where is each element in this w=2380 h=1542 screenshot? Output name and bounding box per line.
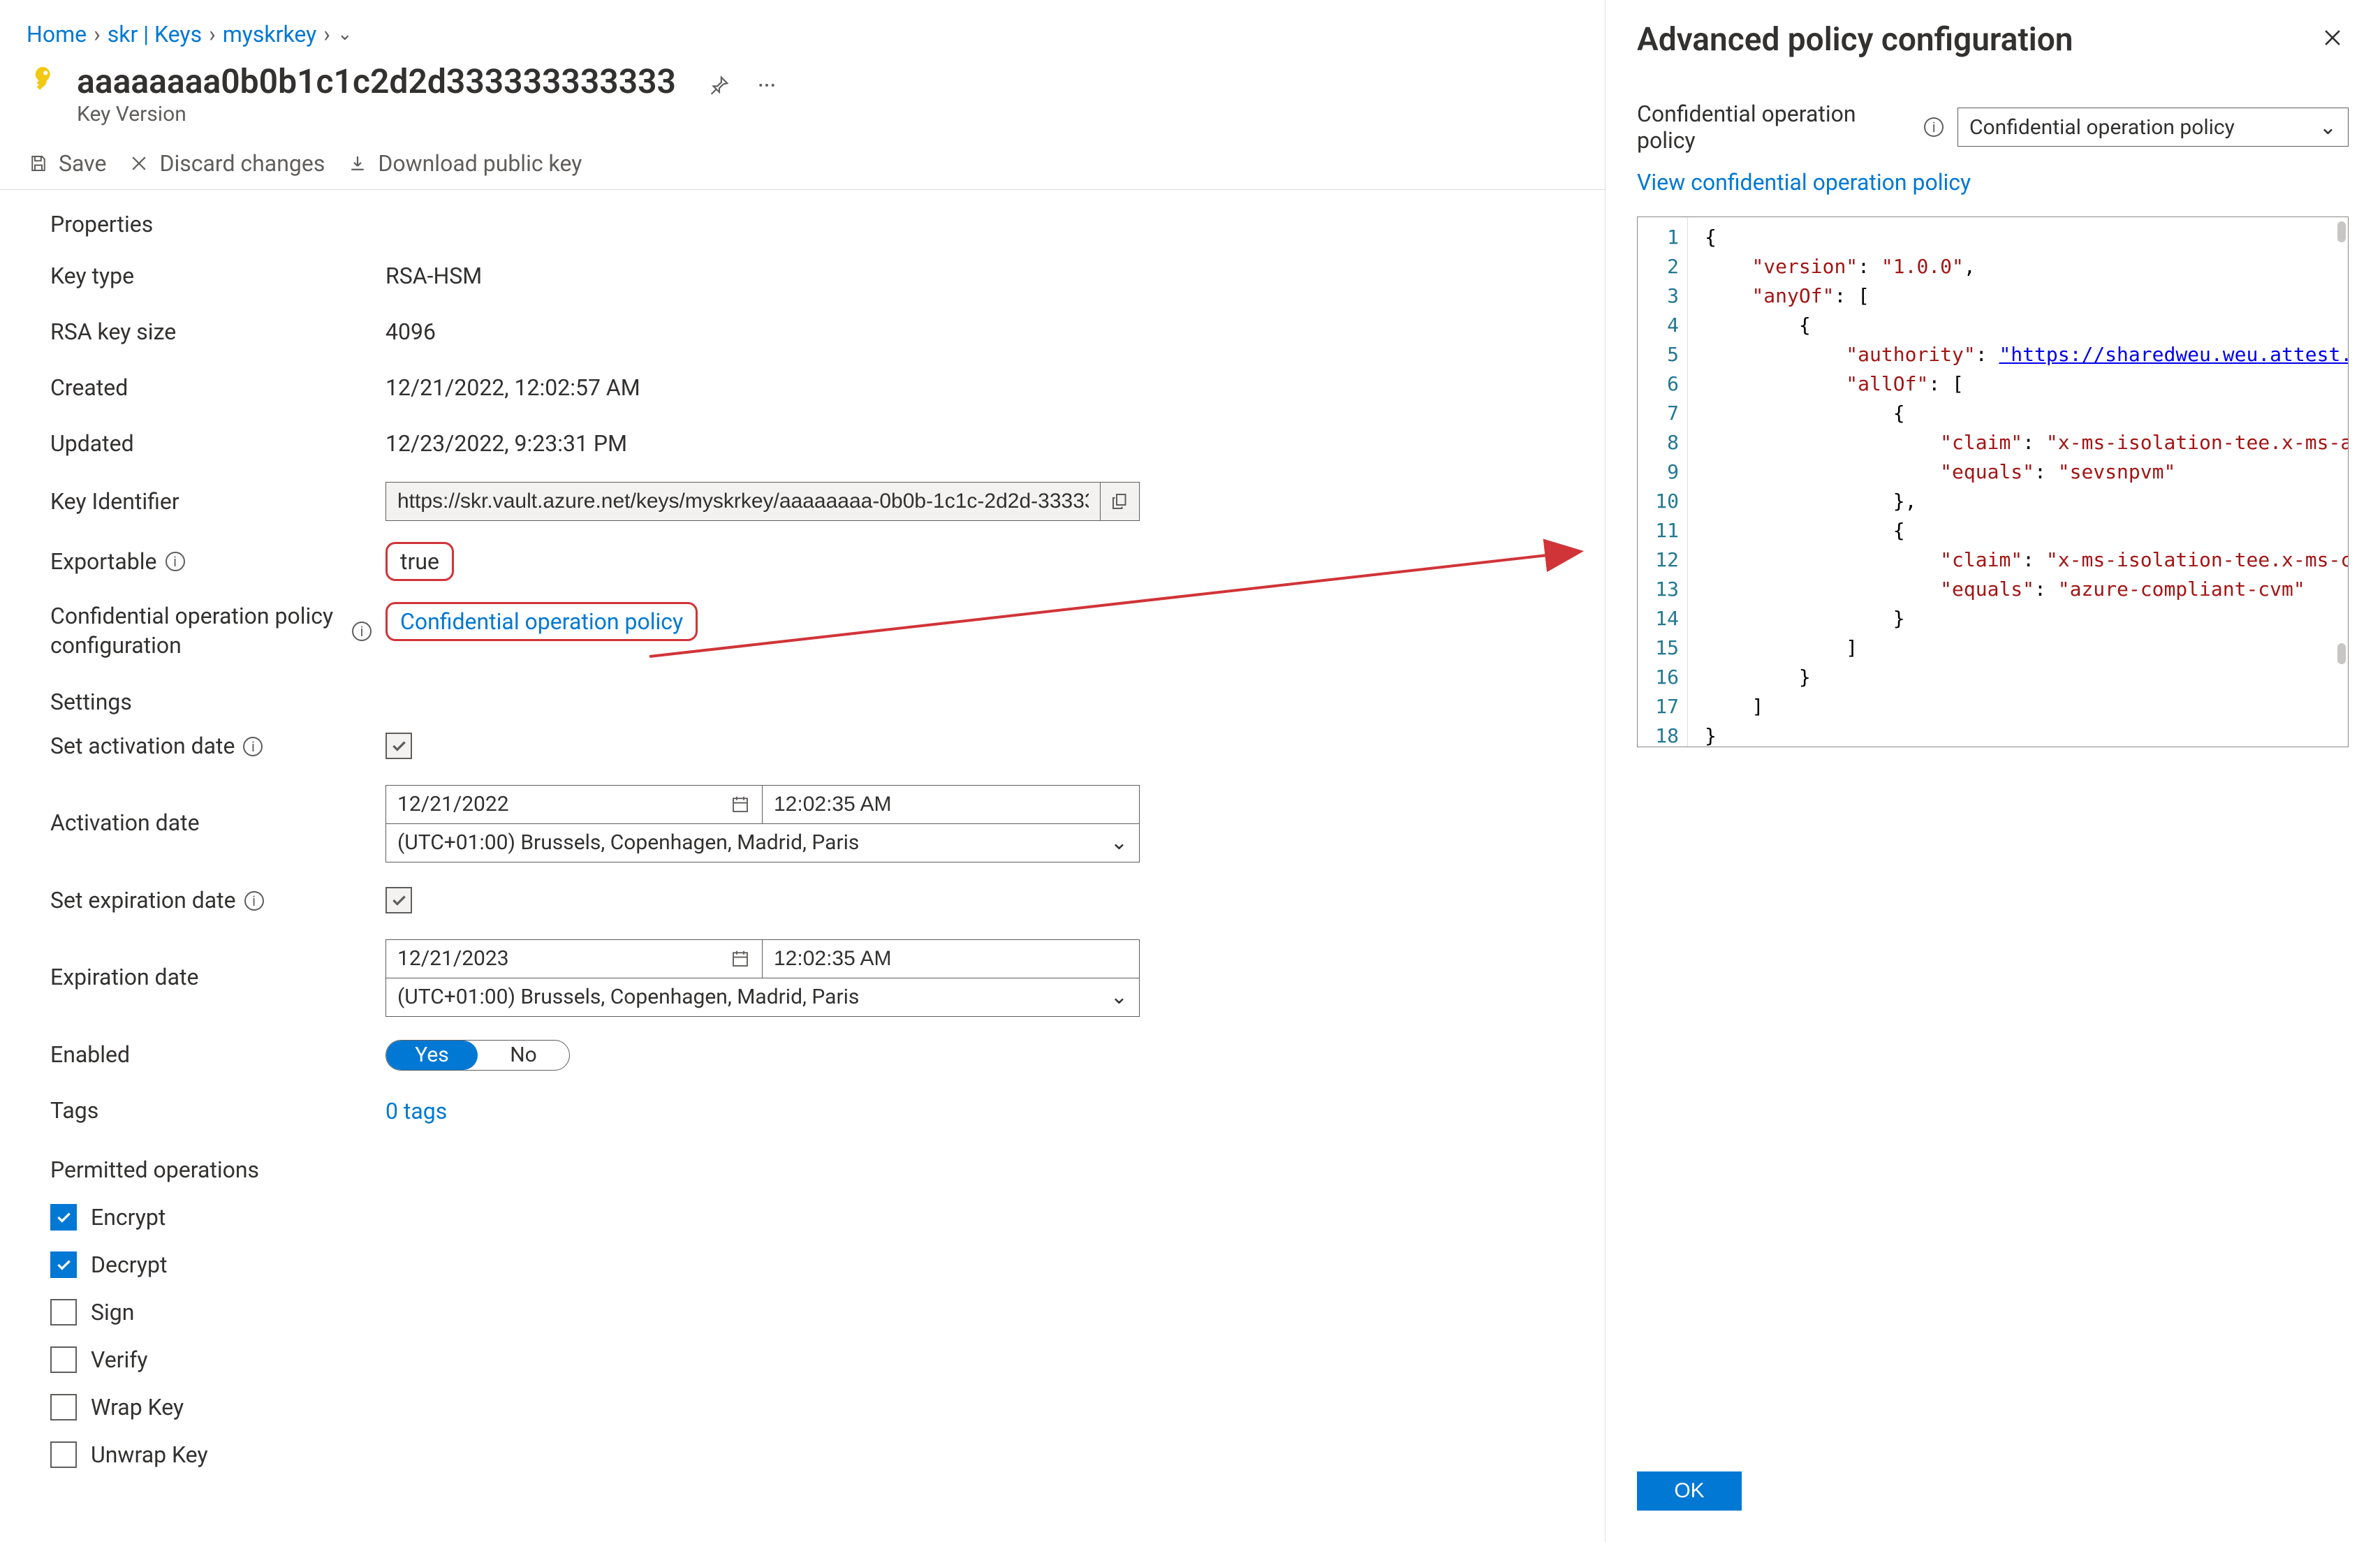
code-body[interactable]: { "version": "1.0.0", "anyOf": [ { "auth… — [1688, 217, 2348, 747]
set-activation-checkbox[interactable] — [385, 733, 412, 759]
section-properties: Properties — [50, 211, 1555, 237]
discard-button[interactable]: Discard changes — [127, 150, 325, 177]
breadcrumb-skr[interactable]: skr | Keys — [108, 21, 202, 47]
activation-date-input[interactable]: 12/21/2022 — [385, 785, 763, 824]
activation-timezone-select[interactable]: (UTC+01:00) Brussels, Copenhagen, Madrid… — [385, 823, 1140, 862]
ok-button[interactable]: OK — [1637, 1471, 1742, 1511]
chevron-right-icon: › — [323, 21, 330, 47]
enabled-label: Enabled — [50, 1041, 385, 1070]
page-subtitle: Key Version — [77, 102, 676, 126]
set-expiration-label: Set expiration date i — [50, 886, 385, 916]
close-icon — [127, 152, 151, 175]
copy-button[interactable] — [1100, 483, 1139, 520]
download-label: Download public key — [378, 150, 582, 177]
cop-policy-field-label: Confidential operation policy i — [1637, 101, 1944, 154]
code-gutter: 123456789101112131415161718 — [1638, 217, 1688, 747]
set-expiration-checkbox[interactable] — [385, 887, 412, 913]
chevron-down-icon: ⌄ — [1110, 830, 1128, 855]
info-icon[interactable]: i — [1924, 117, 1944, 137]
panel-title: Advanced policy configuration — [1637, 21, 2073, 59]
sign-checkbox[interactable] — [50, 1299, 77, 1326]
expiration-timezone-select[interactable]: (UTC+01:00) Brussels, Copenhagen, Madrid… — [385, 978, 1140, 1017]
save-icon — [27, 152, 50, 175]
key-type-label: Key type — [50, 262, 385, 291]
decrypt-checkbox[interactable] — [50, 1251, 77, 1278]
scroll-thumb-top[interactable] — [2337, 221, 2346, 242]
calendar-icon — [730, 794, 751, 815]
key-type-value: RSA-HSM — [385, 263, 482, 289]
encrypt-checkbox[interactable] — [50, 1204, 77, 1231]
decrypt-label: Decrypt — [91, 1251, 167, 1278]
rsa-size-label: RSA key size — [50, 318, 385, 347]
updated-value: 12/23/2022, 9:23:31 PM — [385, 430, 627, 457]
key-icon — [27, 64, 61, 99]
info-icon[interactable]: i — [243, 737, 263, 756]
save-label: Save — [59, 150, 106, 177]
breadcrumb: Home › skr | Keys › myskrkey › ⌄ — [0, 0, 1605, 59]
download-public-key-button[interactable]: Download public key — [346, 150, 582, 177]
key-id-box — [385, 482, 1140, 521]
created-value: 12/21/2022, 12:02:57 AM — [385, 374, 640, 401]
discard-label: Discard changes — [159, 150, 325, 177]
expiration-date-label: Expiration date — [50, 963, 385, 992]
chevron-right-icon: › — [209, 21, 216, 47]
breadcrumb-home[interactable]: Home — [27, 21, 87, 47]
pin-icon[interactable] — [705, 71, 733, 99]
verify-label: Verify — [91, 1346, 148, 1373]
key-id-label: Key Identifier — [50, 487, 385, 517]
download-icon — [346, 152, 369, 175]
exportable-value: true — [385, 542, 454, 581]
copy-icon — [1110, 491, 1131, 512]
tags-label: Tags — [50, 1096, 385, 1126]
chevron-down-icon: ⌄ — [1110, 985, 1128, 1009]
sign-label: Sign — [91, 1299, 134, 1326]
key-id-input[interactable] — [386, 490, 1100, 513]
calendar-icon — [730, 948, 751, 969]
cop-config-link[interactable]: Confidential operation policy — [385, 602, 698, 641]
wrap-checkbox[interactable] — [50, 1394, 77, 1420]
unwrap-label: Unwrap Key — [91, 1441, 208, 1468]
activation-date-label: Activation date — [50, 809, 385, 838]
section-settings: Settings — [50, 689, 1555, 715]
chevron-down-icon[interactable]: ⌄ — [337, 24, 353, 45]
expiration-time-input[interactable] — [763, 939, 1140, 978]
created-label: Created — [50, 374, 385, 403]
enabled-no[interactable]: No — [478, 1041, 569, 1070]
scroll-thumb-bottom[interactable] — [2337, 643, 2346, 664]
view-policy-link[interactable]: View confidential operation policy — [1637, 169, 2349, 196]
expiration-date-input[interactable]: 12/21/2023 — [385, 939, 763, 978]
encrypt-label: Encrypt — [91, 1204, 166, 1231]
close-icon — [2321, 26, 2344, 50]
rsa-size-value: 4096 — [385, 318, 436, 345]
cop-policy-select[interactable]: Confidential operation policy ⌄ — [1957, 108, 2349, 147]
tags-link[interactable]: 0 tags — [385, 1098, 447, 1124]
save-button[interactable]: Save — [27, 150, 106, 177]
updated-label: Updated — [50, 429, 385, 459]
enabled-toggle[interactable]: Yes No — [385, 1040, 570, 1071]
set-activation-label: Set activation date i — [50, 732, 385, 761]
section-permitted: Permitted operations — [50, 1156, 1555, 1183]
more-icon[interactable] — [753, 71, 781, 99]
enabled-yes[interactable]: Yes — [386, 1041, 478, 1070]
page-title: aaaaaaaa0b0b1c1c2d2d333333333333 — [77, 64, 676, 99]
verify-checkbox[interactable] — [50, 1346, 77, 1373]
info-icon[interactable]: i — [244, 891, 264, 911]
breadcrumb-key[interactable]: myskrkey — [223, 21, 317, 47]
chevron-right-icon: › — [94, 21, 101, 47]
activation-time-input[interactable] — [763, 785, 1140, 824]
close-panel-button[interactable] — [2321, 26, 2349, 54]
policy-json-editor[interactable]: 123456789101112131415161718 { "version":… — [1637, 216, 2349, 747]
unwrap-checkbox[interactable] — [50, 1441, 77, 1468]
info-icon[interactable]: i — [352, 622, 372, 641]
advanced-policy-panel: Advanced policy configuration Confidenti… — [1605, 0, 2380, 1542]
cop-config-label: Confidential operation policy configurat… — [50, 602, 385, 660]
wrap-label: Wrap Key — [91, 1394, 184, 1420]
main-pane: Home › skr | Keys › myskrkey › ⌄ aaaaaaa… — [0, 0, 1605, 1542]
exportable-label: Exportable i — [50, 548, 385, 577]
info-icon[interactable]: i — [166, 552, 185, 571]
chevron-down-icon: ⌄ — [2319, 115, 2337, 140]
toolbar: Save Discard changes Download public key — [0, 143, 1605, 190]
